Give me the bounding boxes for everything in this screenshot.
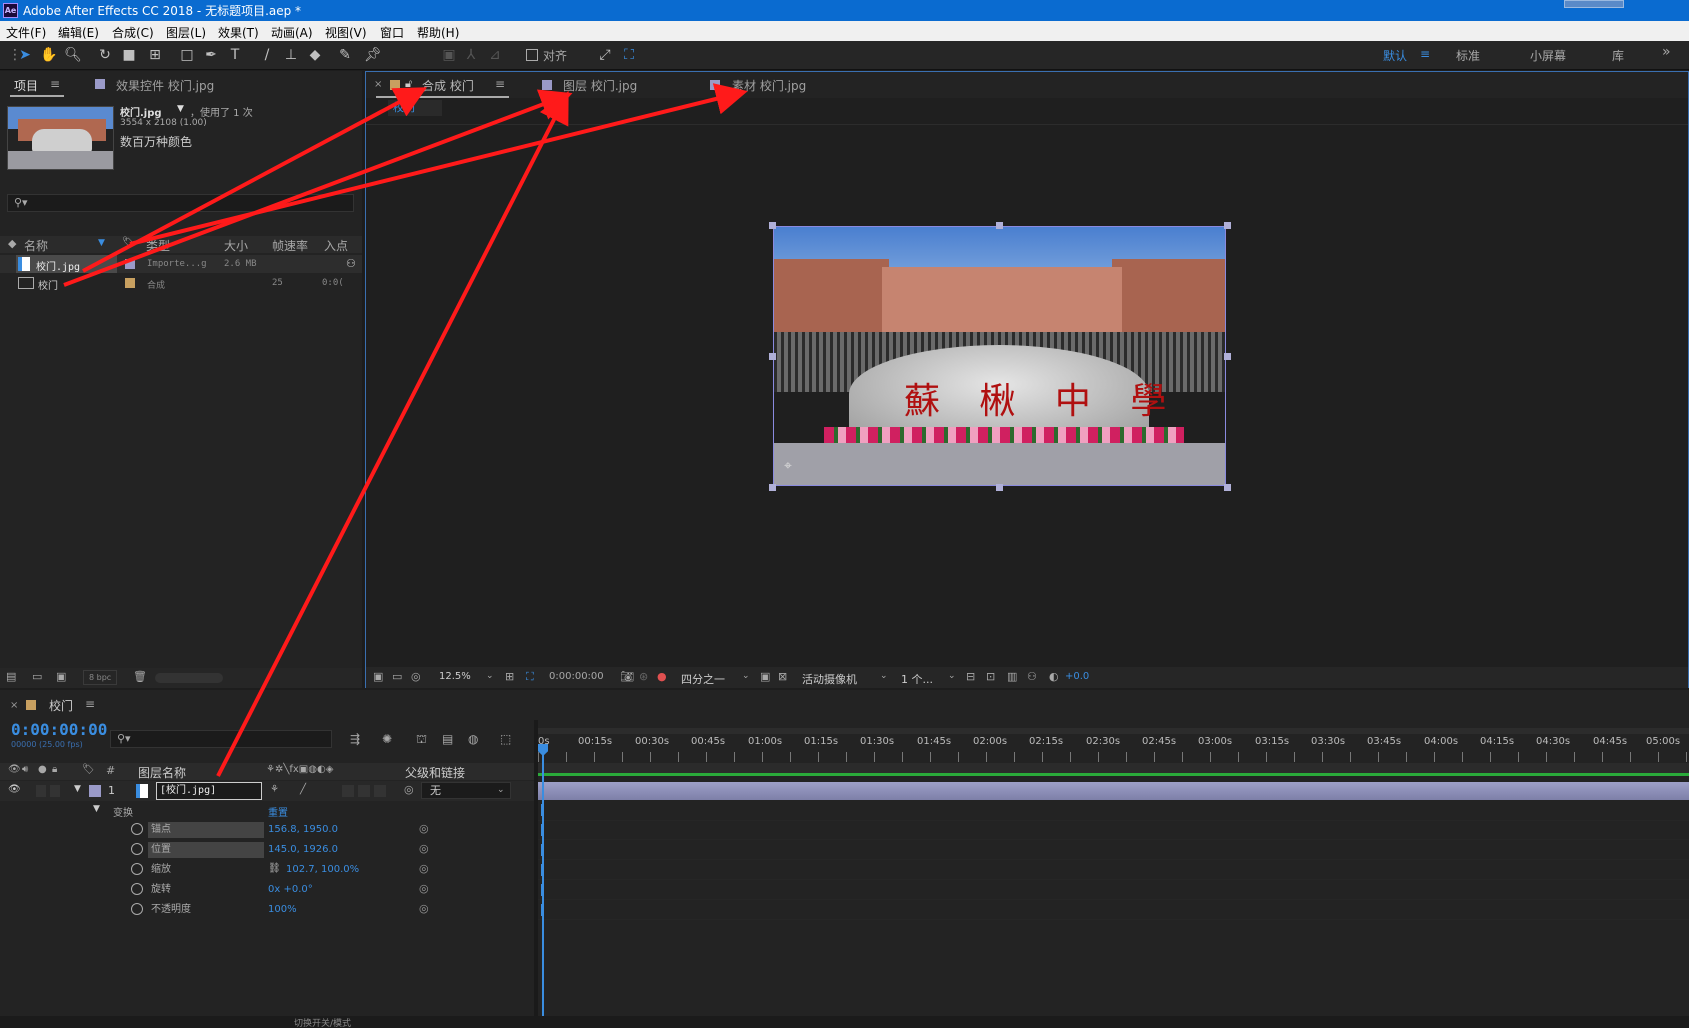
annotation-arrows-overlay	[63, 83, 748, 777]
arrow-to-layer-tab	[63, 89, 573, 287]
arrow-layer-to-layer-tab	[216, 90, 569, 777]
arrow-to-footage-tab	[129, 83, 748, 246]
